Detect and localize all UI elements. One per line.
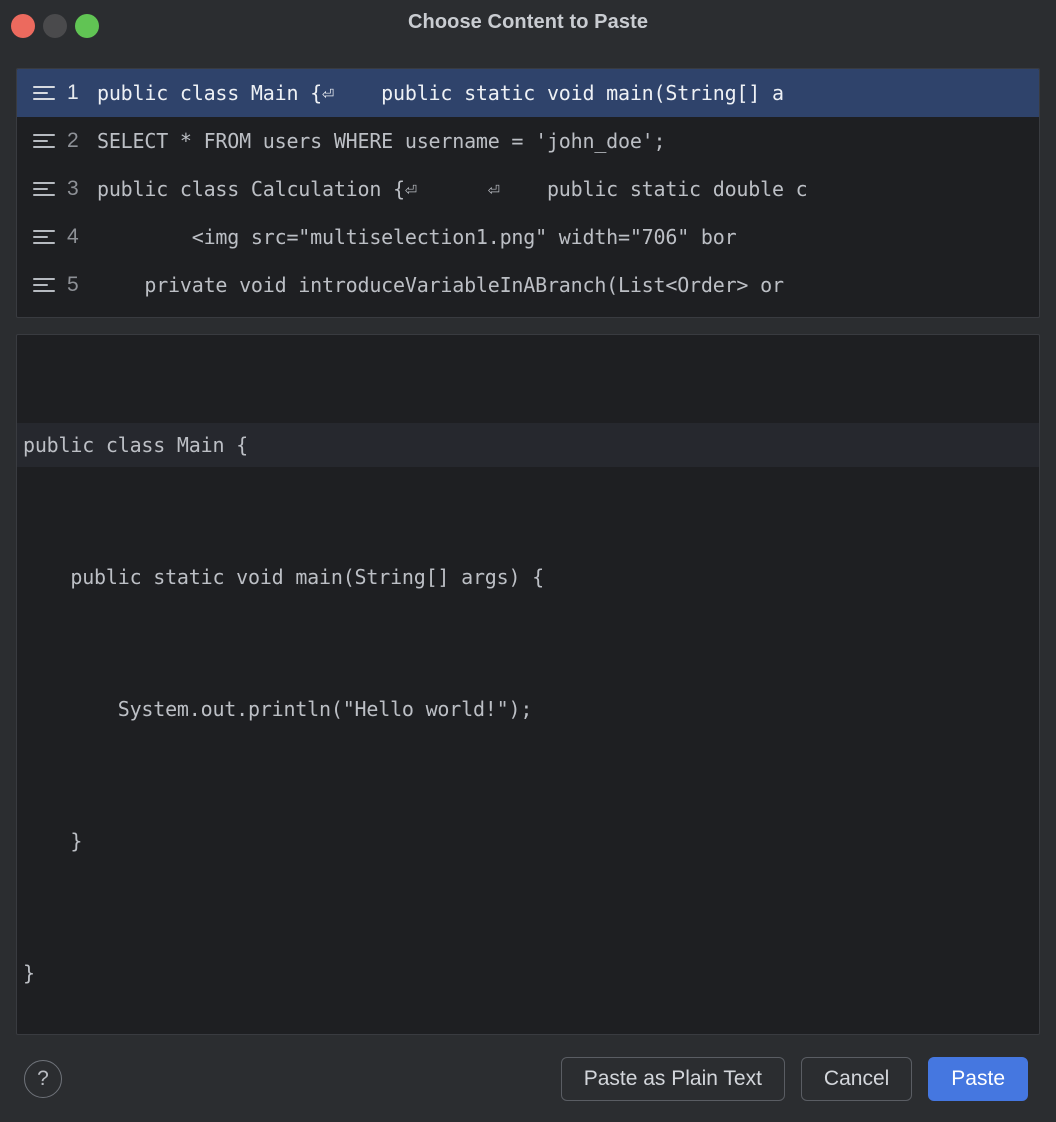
list-lines-icon <box>33 275 59 295</box>
help-button[interactable]: ? <box>24 1059 62 1098</box>
code-line: } <box>23 829 83 853</box>
list-item[interactable]: 2 SELECT * FROM users WHERE username = '… <box>17 117 1039 165</box>
code-line: } <box>23 961 35 985</box>
clipboard-history-list[interactable]: 1 public class Main {⏎ public static voi… <box>16 68 1040 318</box>
cancel-button[interactable]: Cancel <box>800 1056 913 1101</box>
list-lines-icon <box>33 83 59 103</box>
list-item[interactable]: 3 public class Calculation {⏎ ⏎ public s… <box>17 165 1039 213</box>
list-item-number: 2 <box>67 129 79 152</box>
paste-as-plain-text-button[interactable]: Paste as Plain Text <box>560 1056 785 1101</box>
list-item[interactable]: 1 public class Main {⏎ public static voi… <box>17 69 1039 117</box>
list-item[interactable]: 5 private void introduceVariableInABranc… <box>17 261 1039 309</box>
code-line: public class Main { <box>17 423 1039 467</box>
list-item-text: SELECT * FROM users WHERE username = 'jo… <box>97 129 666 153</box>
code-line: public static void main(String[] args) { <box>23 565 545 589</box>
list-item-number: 4 <box>67 225 79 248</box>
list-item-number: 3 <box>67 177 79 200</box>
title-bar: Choose Content to Paste <box>0 0 1056 52</box>
list-item[interactable]: 4 <img src="multiselection1.png" width="… <box>17 213 1039 261</box>
list-lines-icon <box>33 179 59 199</box>
dialog-footer: ? Paste as Plain Text Cancel Paste <box>0 1035 1056 1122</box>
list-item-text: public class Main {⏎ public static void … <box>97 81 784 105</box>
list-item-number: 1 <box>67 81 79 104</box>
list-item-number: 5 <box>67 273 79 296</box>
choose-content-to-paste-dialog: Choose Content to Paste 1 public class M… <box>0 0 1056 1122</box>
preview-code: public class Main { public static void m… <box>17 335 1039 1034</box>
clipboard-history-list-inner: 1 public class Main {⏎ public static voi… <box>17 69 1039 317</box>
paste-button[interactable]: Paste <box>928 1056 1028 1101</box>
list-lines-icon <box>33 131 59 151</box>
paste-preview-editor[interactable]: public class Main { public static void m… <box>16 334 1040 1035</box>
list-item-text: <img src="multiselection1.png" width="70… <box>97 225 737 249</box>
list-item-text: public class Calculation {⏎ ⏎ public sta… <box>97 177 808 201</box>
code-line: System.out.println("Hello world!"); <box>23 697 533 721</box>
dialog-title: Choose Content to Paste <box>407 11 649 33</box>
list-lines-icon <box>33 227 59 247</box>
list-item-text: private void introduceVariableInABranch(… <box>97 273 784 297</box>
